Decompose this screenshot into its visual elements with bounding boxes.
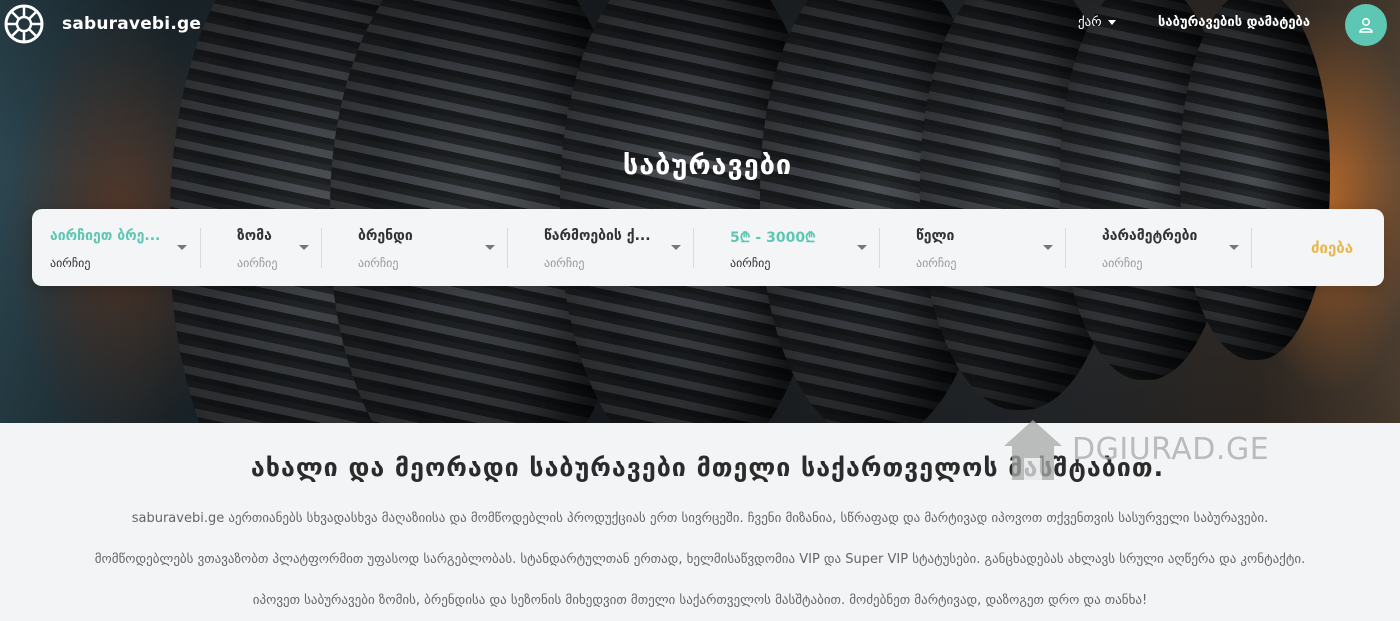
filter-value: აირჩიე <box>237 256 278 270</box>
user-icon <box>1359 18 1373 33</box>
hero-title: საბურავები <box>622 150 793 181</box>
chevron-down-icon <box>1107 20 1116 25</box>
filter-value: აირჩიე <box>916 256 957 270</box>
intro-paragraph: saburavebi.ge აერთიანებს სხვადასხვა მაღა… <box>131 511 1269 526</box>
filter-value: აირჩიე <box>1102 256 1143 270</box>
filter-value: აირჩიე <box>50 256 91 270</box>
filter-value: აირჩიე <box>544 256 585 270</box>
filter-value: აირჩიე <box>358 256 399 270</box>
caret-down-icon <box>177 245 187 250</box>
tire-logo-icon <box>4 4 44 44</box>
intro-paragraph: მომწოდებლებს ვთავაზობთ პლატფორმით უფასოდ… <box>94 552 1306 567</box>
filter-label: აირჩიეთ ბრე... <box>50 228 161 244</box>
filter-label: ბრენდი <box>358 228 413 244</box>
language-selector[interactable]: ქარ <box>1078 15 1116 30</box>
language-label: ქარ <box>1078 15 1102 30</box>
caret-down-icon <box>857 245 867 250</box>
filter-year[interactable]: წელი აირჩიე <box>916 209 1066 286</box>
site-logo[interactable]: saburavebi.ge <box>0 4 201 44</box>
caret-down-icon <box>299 245 309 250</box>
filter-category[interactable]: აირჩიეთ ბრე... აირჩიე <box>50 209 200 286</box>
caret-down-icon <box>1043 245 1053 250</box>
logo-text: saburavebi.ge <box>62 14 202 34</box>
search-button[interactable]: ძიება <box>1292 209 1372 286</box>
intro-paragraph: იპოვეთ საბურავები ზომის, ბრენდისა და სეზ… <box>252 593 1148 608</box>
search-filters-bar: აირჩიეთ ბრე... აირჩიე ზომა აირჩიე ბრენდი… <box>32 209 1384 286</box>
filter-label: ზომა <box>237 228 272 244</box>
caret-down-icon <box>671 245 681 250</box>
add-tires-link[interactable]: საბურავების დამატება <box>1158 15 1310 30</box>
filter-label: წელი <box>916 228 955 244</box>
filter-parameters[interactable]: პარამეტრები აირჩიე <box>1102 209 1252 286</box>
filter-label: წარმოების ქ... <box>544 228 651 244</box>
page-heading: ახალი და მეორადი საბურავები მთელი საქართ… <box>250 453 1165 482</box>
filter-country[interactable]: წარმოების ქ... აირჩიე <box>544 209 694 286</box>
filter-size[interactable]: ზომა აირჩიე <box>237 209 347 286</box>
caret-down-icon <box>1229 245 1239 250</box>
filter-label: 5₾ - 3000₾ <box>730 230 816 246</box>
filter-value: აირჩიე <box>730 256 771 270</box>
filter-brand[interactable]: ბრენდი აირჩიე <box>358 209 508 286</box>
filter-price[interactable]: 5₾ - 3000₾ აირჩიე <box>730 209 880 286</box>
caret-down-icon <box>485 245 495 250</box>
filter-label: პარამეტრები <box>1102 228 1198 244</box>
user-account-button[interactable] <box>1345 4 1387 46</box>
